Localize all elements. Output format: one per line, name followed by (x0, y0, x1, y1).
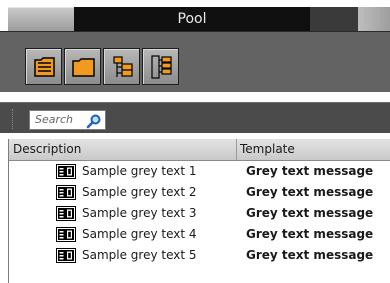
table-row[interactable]: Sample grey text 3 Grey text message (9, 203, 390, 224)
document-lines-icon (34, 57, 55, 77)
text-message-icon (56, 248, 76, 263)
title-bar-left-segment (8, 7, 74, 32)
document-lines-button[interactable] (25, 48, 62, 85)
folder-icon (72, 58, 95, 77)
row-template: Grey text message (246, 227, 374, 241)
table-row[interactable]: Sample grey text 4 Grey text message (9, 224, 390, 245)
row-template: Grey text message (246, 164, 374, 178)
title-bar: Pool (0, 0, 390, 32)
text-message-icon (56, 164, 76, 179)
table-row[interactable]: Sample grey text 1 Grey text message (9, 161, 390, 182)
tree-branch-icon (113, 56, 133, 77)
tree-branch-button[interactable] (103, 48, 140, 85)
pool-grid: Description Template Sample grey text 1 … (8, 139, 390, 283)
column-header-template[interactable]: Template (240, 142, 295, 156)
drag-grip-icon[interactable] (12, 109, 17, 129)
title-bar-end-segment (358, 7, 390, 31)
toolbar (0, 31, 390, 92)
text-message-icon (56, 227, 76, 242)
search-bar: Search (0, 102, 390, 133)
row-description: Sample grey text 2 (82, 185, 197, 199)
row-template: Grey text message (246, 185, 374, 199)
search-placeholder: Search (35, 113, 74, 126)
row-description: Sample grey text 3 (82, 206, 197, 220)
row-description: Sample grey text 5 (82, 248, 197, 262)
column-divider[interactable] (236, 139, 237, 160)
search-icon[interactable] (86, 113, 102, 129)
row-template: Grey text message (246, 248, 374, 262)
column-header-description[interactable]: Description (13, 142, 81, 156)
text-message-icon (56, 206, 76, 221)
window-title: Pool (74, 7, 310, 31)
row-description: Sample grey text 1 (82, 164, 197, 178)
tree-list-button[interactable] (142, 48, 179, 85)
table-row[interactable]: Sample grey text 2 Grey text message (9, 182, 390, 203)
tree-list-icon (151, 55, 172, 79)
text-message-icon (56, 185, 76, 200)
title-bar-right-segment (310, 7, 358, 31)
row-description: Sample grey text 4 (82, 227, 197, 241)
folder-button[interactable] (64, 48, 101, 85)
grid-header: Description Template (9, 139, 390, 161)
table-row[interactable]: Sample grey text 5 Grey text message (9, 245, 390, 266)
row-template: Grey text message (246, 206, 374, 220)
search-input[interactable]: Search (29, 110, 106, 130)
